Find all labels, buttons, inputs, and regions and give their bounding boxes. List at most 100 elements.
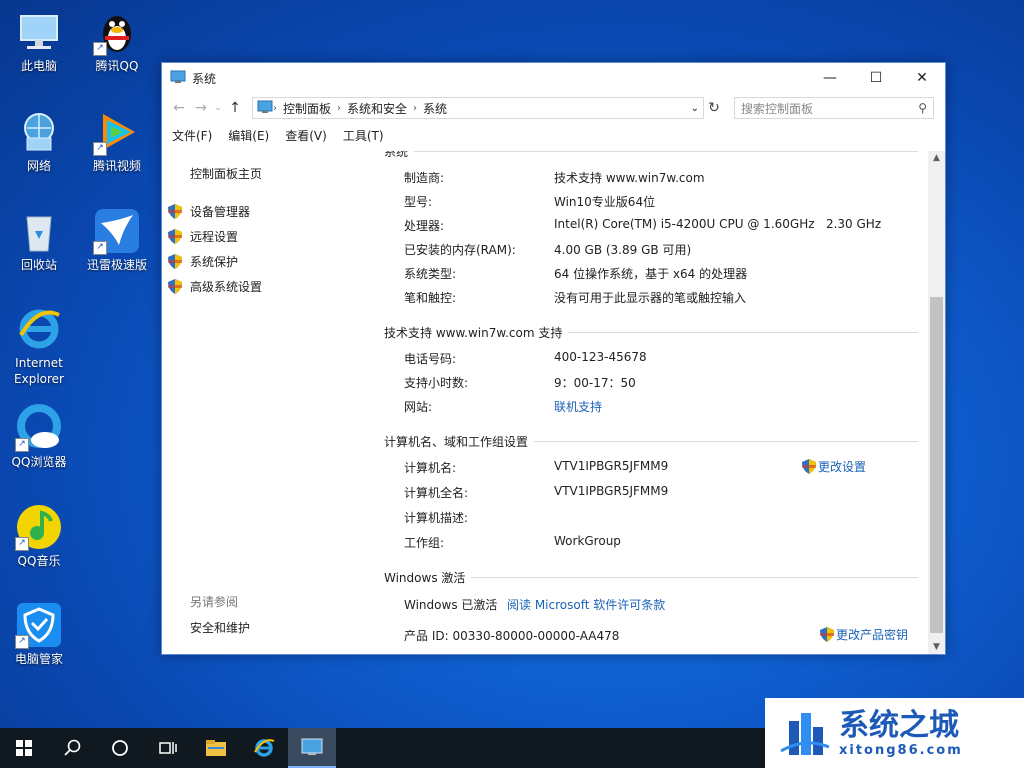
manufacturer-value: 技术支持 www.win7w.com [554, 171, 705, 185]
pen-touch-label: 笔和触控: [404, 291, 457, 305]
desktop-icon-thunder[interactable]: ↗ 迅雷极速版 [81, 207, 153, 273]
desktop-icon-label: Internet Explorer [14, 356, 64, 386]
scroll-down-icon[interactable]: ▼ [928, 642, 945, 652]
title-bar[interactable]: 系统 — ☐ ✕ [162, 63, 945, 93]
phone-label: 电话号码: [404, 352, 457, 366]
desktop-icon-qq-browser[interactable]: ↗ QQ浏览器 [3, 404, 75, 470]
security-maintenance-link[interactable]: 安全和维护 [190, 619, 250, 636]
close-button[interactable]: ✕ [899, 63, 945, 93]
watermark-logo: 系统之城 xitong86.com [765, 698, 1024, 768]
desktop-icon-label: 腾讯QQ [95, 59, 139, 73]
desktop-icon-label: 网络 [26, 159, 51, 173]
uac-shield-icon [820, 627, 834, 642]
forward-button[interactable]: → [190, 100, 212, 116]
desktop-icon-recycle-bin[interactable]: 回收站 [3, 207, 75, 273]
desktop-icon-label: 腾讯视频 [92, 159, 141, 173]
uac-shield-icon [168, 204, 182, 219]
change-settings-link[interactable]: 更改设置 [802, 458, 866, 475]
minimize-button[interactable]: — [807, 63, 853, 93]
device-manager-link[interactable]: 设备管理器 [168, 199, 262, 224]
menu-tools[interactable]: 工具(T) [337, 127, 390, 144]
change-product-key-link[interactable]: 更改产品密钥 [820, 626, 908, 643]
task-view-icon[interactable] [144, 728, 192, 768]
shortcut-arrow-icon: ↗ [93, 42, 107, 56]
license-terms-link[interactable]: 阅读 Microsoft 软件许可条款 [507, 596, 665, 613]
refresh-button[interactable]: ↻ [704, 100, 724, 116]
see-also-heading: 另请参阅 [190, 595, 239, 609]
system-protection-link[interactable]: 系统保护 [168, 249, 262, 274]
desktop-icon-label: 回收站 [20, 258, 57, 272]
system-type-value: 64 位操作系统，基于 x64 的处理器 [554, 267, 748, 281]
menu-edit[interactable]: 编辑(E) [222, 127, 275, 144]
change-settings-label: 更改设置 [818, 460, 867, 474]
model-value: Win10专业版64位 [554, 195, 656, 209]
system-section-header: 系统 [384, 151, 918, 160]
scrollbar-thumb[interactable] [930, 297, 943, 633]
remote-settings-link[interactable]: 远程设置 [168, 224, 262, 249]
pen-touch-value: 没有可用于此显示器的笔或触控输入 [554, 291, 747, 305]
breadcrumb-control-panel[interactable]: 控制面板 [277, 100, 337, 117]
start-button[interactable] [0, 728, 48, 768]
model-label: 型号: [404, 195, 433, 209]
desktop-icon-this-pc[interactable]: 此电脑 [3, 8, 75, 74]
file-explorer-icon[interactable] [192, 728, 240, 768]
pc-manager-icon: ↗ [15, 601, 63, 649]
recent-locations-button[interactable]: ⌄ [212, 103, 224, 113]
back-button[interactable]: ← [168, 100, 190, 116]
ram-label: 已安装的内存(RAM): [404, 243, 516, 257]
menu-bar: 文件(F) 编辑(E) 查看(V) 工具(T) [162, 123, 945, 147]
system-window-icon [170, 70, 186, 87]
window-title: 系统 [192, 71, 217, 86]
city-logo-icon [780, 713, 830, 755]
qq-music-icon: ↗ [15, 503, 63, 551]
activation-section-title: Windows 激活 [384, 571, 466, 585]
qq-browser-icon: ↗ [15, 404, 63, 452]
desktop-icon-network[interactable]: 网络 [3, 108, 75, 174]
activation-status: Windows 已激活 [404, 598, 498, 612]
chevron-down-icon[interactable]: ⌄ [691, 103, 699, 114]
up-button[interactable]: ↑ [224, 100, 246, 116]
support-hours-value: 9：00-17：50 [554, 376, 636, 390]
desktop-icon-qq-music[interactable]: ↗ QQ音乐 [3, 503, 75, 569]
breadcrumb[interactable]: › 控制面板 › 系统和安全 › 系统 ⌄ [252, 97, 704, 119]
windows-logo-icon [16, 740, 32, 756]
system-section-title: 系统 [384, 151, 409, 159]
system-info-content: 系统 制造商: 技术支持 www.win7w.com 型号: Win10专业版6… [384, 151, 918, 654]
recycle-bin-icon [15, 207, 63, 255]
change-product-key-label: 更改产品密钥 [836, 628, 909, 642]
support-section-header: 技术支持 www.win7w.com 支持 [384, 324, 918, 341]
search-icon[interactable] [48, 728, 96, 768]
processor-value: Intel(R) Core(TM) i5-4200U CPU @ 1.60GHz… [554, 217, 882, 231]
uac-shield-icon [802, 459, 816, 474]
online-support-link[interactable]: 联机支持 [554, 398, 602, 415]
desktop-icon-ie[interactable]: Internet Explorer [3, 305, 75, 387]
system-window-taskbar-button[interactable] [288, 728, 336, 768]
full-computer-name-label: 计算机全名: [404, 486, 469, 500]
search-placeholder: 搜索控制面板 [741, 101, 814, 116]
desktop-icon-pc-manager[interactable]: ↗ 电脑管家 [3, 601, 75, 667]
desktop-icon-tencent-video[interactable]: ↗ 腾讯视频 [81, 108, 153, 174]
desktop-icon-qq[interactable]: ↗ 腾讯QQ [81, 8, 153, 74]
system-window-icon [301, 738, 323, 755]
support-section-title: 技术支持 www.win7w.com 支持 [384, 326, 563, 340]
advanced-system-settings-link[interactable]: 高级系统设置 [168, 274, 262, 299]
tencent-video-icon: ↗ [93, 108, 141, 156]
vertical-scrollbar[interactable]: ▲ ▼ [928, 151, 945, 654]
breadcrumb-system[interactable]: 系统 [417, 100, 453, 117]
breadcrumb-system-security[interactable]: 系统和安全 [341, 100, 413, 117]
scroll-up-icon[interactable]: ▲ [928, 153, 945, 163]
desktop-icon-label: 迅雷极速版 [86, 258, 147, 272]
processor-label: 处理器: [404, 219, 445, 233]
ram-value: 4.00 GB (3.89 GB 可用) [554, 243, 692, 257]
remote-settings-label: 远程设置 [190, 230, 239, 244]
menu-view[interactable]: 查看(V) [279, 127, 333, 144]
ie-icon [15, 305, 63, 353]
cortana-icon[interactable] [96, 728, 144, 768]
menu-file[interactable]: 文件(F) [166, 127, 218, 144]
maximize-button[interactable]: ☐ [853, 63, 899, 93]
ie-taskbar-icon[interactable] [240, 728, 288, 768]
search-input[interactable]: 搜索控制面板 ⚲ [734, 97, 934, 119]
control-panel-home-link[interactable]: 控制面板主页 [190, 165, 262, 182]
advanced-system-settings-label: 高级系统设置 [190, 280, 263, 294]
search-icon[interactable]: ⚲ [918, 101, 927, 115]
